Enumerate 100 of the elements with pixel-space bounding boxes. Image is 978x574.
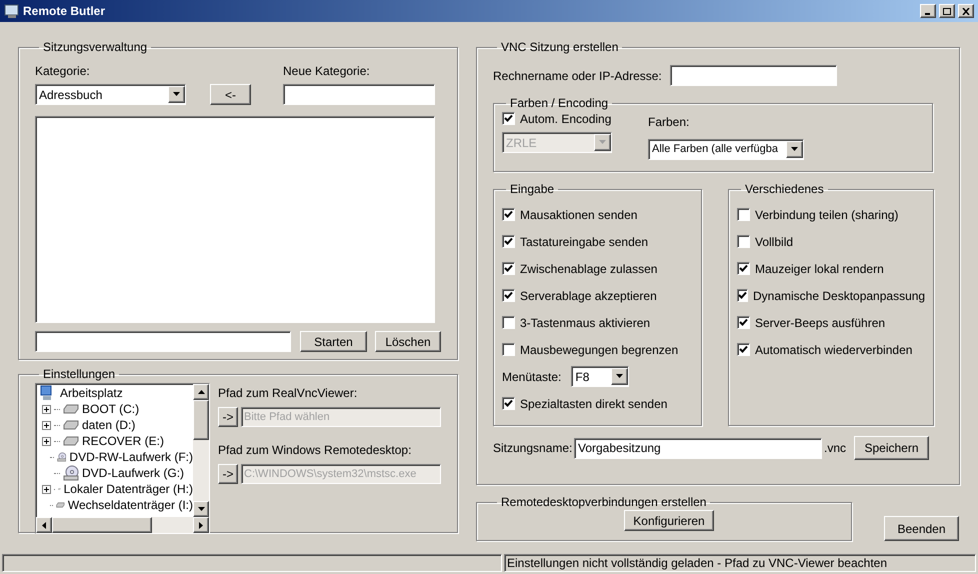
checkbox[interactable] [502, 262, 515, 275]
checkmark-icon [504, 210, 513, 219]
tree-row[interactable]: DVD-RW-Laufwerk (F:) [39, 449, 193, 465]
close-button[interactable] [958, 4, 974, 18]
save-button[interactable]: Speichern [854, 436, 929, 460]
checkbox[interactable] [737, 343, 750, 356]
checkmark-icon [738, 291, 747, 300]
checkmark-icon [504, 114, 513, 123]
expand-icon[interactable] [42, 484, 51, 494]
checkmark-icon [504, 264, 513, 273]
maximize-button[interactable] [939, 4, 955, 18]
drive-icon [63, 404, 79, 414]
checkbox-label: Dynamische Desktopanpassung [753, 288, 926, 304]
checkbox-label: Automatisch wiederverbinden [755, 342, 912, 358]
checkbox[interactable] [502, 289, 515, 302]
app-icon [4, 3, 20, 19]
minimize-button[interactable] [920, 4, 936, 18]
dropdown[interactable]: Adressbuch [35, 84, 186, 105]
tree-item[interactable]: RECOVER (E:) [82, 432, 164, 450]
extension-label: .vnc [824, 440, 848, 457]
move-button[interactable]: <- [210, 84, 251, 105]
session-name-field[interactable]: Vorgabesitzung [574, 438, 822, 458]
checkbox-label: Server-Beeps ausführen [755, 314, 886, 332]
configure-button[interactable]: Konfigurieren [624, 510, 714, 531]
expand-icon[interactable] [42, 436, 51, 446]
delete-button[interactable]: Löschen [375, 331, 441, 352]
checkbox[interactable] [502, 235, 515, 248]
close-icon [962, 8, 970, 14]
quit-button[interactable]: Beenden [884, 516, 959, 541]
scrollbar[interactable] [36, 517, 209, 533]
folder-tree[interactable]: Arbeitsplatz BOOT (C:) daten (D:) RECOVER (E:) DVD-RW-Laufwerk (F:) DVD-Laufwerk (G:) Lokaler Datenträger (H:) Wechseldatenträger (I:) [35, 383, 210, 534]
checkbox[interactable] [502, 397, 515, 410]
checkmark-icon [504, 399, 513, 408]
checkmark-icon [739, 318, 748, 327]
checkbox-label: Verbindung teilen (sharing) [755, 206, 898, 224]
checkbox-label: Autom. Encoding [520, 110, 612, 128]
tree-item[interactable]: daten (D:) [82, 416, 136, 434]
start-button[interactable]: Starten [300, 331, 367, 352]
tree-item[interactable]: Lokaler Datenträger (H:) [64, 480, 193, 498]
checkmark-icon [739, 264, 748, 273]
checkbox[interactable] [737, 289, 748, 302]
scrollbar[interactable] [193, 384, 209, 517]
field-label: Kategorie: [35, 63, 91, 80]
drive-icon [63, 436, 79, 446]
checkbox-label: Mauzeiger lokal rendern [755, 260, 884, 278]
tree-row[interactable]: BOOT (C:) [39, 401, 193, 417]
tree-item[interactable]: DVD-Laufwerk (G:) [82, 464, 184, 482]
expand-icon[interactable] [42, 420, 51, 430]
arrow-icon [196, 520, 206, 530]
field-label: Farben: [648, 114, 690, 131]
field-label: Menütaste: [502, 368, 562, 386]
checkbox-label: Tastatureingabe senden [520, 234, 648, 250]
tree-row[interactable]: RECOVER (E:) [39, 433, 193, 449]
group-title: Einstellungen [42, 366, 116, 383]
group-title: VNC Sitzung erstellen [500, 39, 620, 56]
drive-icon [63, 420, 79, 430]
checkbox[interactable] [737, 208, 750, 221]
checkbox-label: Serverablage akzeptieren [520, 288, 657, 304]
checkbox[interactable] [737, 316, 750, 329]
group-title: Sitzungsverwaltung [42, 39, 148, 56]
checkbox[interactable] [502, 316, 515, 329]
checkmark-icon [504, 291, 513, 300]
checkmark-icon [739, 345, 748, 354]
tree-row[interactable]: DVD-Laufwerk (G:) [39, 465, 193, 481]
checkbox[interactable] [737, 262, 750, 275]
host-field[interactable] [670, 65, 837, 86]
group-title: Remotedesktopverbindungen erstellen [500, 494, 708, 511]
arrow-icon [196, 388, 206, 396]
dropdown[interactable]: F8 [571, 366, 630, 387]
maximize-icon [943, 8, 951, 14]
group-title: Verschiedenes [744, 181, 825, 198]
checkbox[interactable] [502, 112, 515, 125]
field-label: Pfad zum Windows Remotedesktop: [218, 442, 412, 459]
checkbox-label: Zwischenablage zulassen [520, 260, 658, 278]
status-message: Einstellungen nicht vollständig geladen - Pfad zu VNC-Viewer beachten [504, 554, 976, 572]
field-label: Sitzungsname: [493, 440, 574, 457]
expand-icon[interactable] [42, 404, 51, 414]
tree-item[interactable]: Wechseldatenträger (I:) [68, 496, 193, 514]
tree-item[interactable]: DVD-RW-Laufwerk (F:) [69, 448, 193, 466]
checkbox-label: Vollbild [755, 234, 794, 250]
session-field[interactable] [35, 331, 291, 352]
checkbox[interactable] [502, 208, 515, 221]
tree-row[interactable]: daten (D:) [39, 417, 193, 433]
group-title: Farben / Encoding [509, 95, 610, 112]
tree-row[interactable]: Lokaler Datenträger (H:) [39, 481, 193, 497]
tree-row[interactable]: Wechseldatenträger (I:) [39, 497, 193, 513]
checkbox[interactable] [737, 235, 750, 248]
checkbox[interactable] [502, 343, 515, 356]
window-title: Remote Butler [23, 3, 106, 20]
checkbox-label: 3-Tastenmaus aktivieren [520, 314, 650, 332]
field-label: Pfad zum RealVncViewer: [218, 385, 358, 402]
category-field[interactable] [283, 84, 435, 105]
dropdown[interactable]: Alle Farben (alle verfügba [648, 139, 804, 160]
field-label: Neue Kategorie: [283, 63, 371, 80]
tree-item[interactable]: BOOT (C:) [82, 400, 140, 418]
checkbox-label: Mausaktionen senden [520, 206, 638, 224]
field-label: Rechnername oder IP-Adresse: [493, 68, 662, 84]
tree-item[interactable]: Arbeitsplatz [60, 384, 123, 402]
checkmark-icon [504, 237, 513, 246]
group-title: Eingabe [509, 181, 556, 198]
